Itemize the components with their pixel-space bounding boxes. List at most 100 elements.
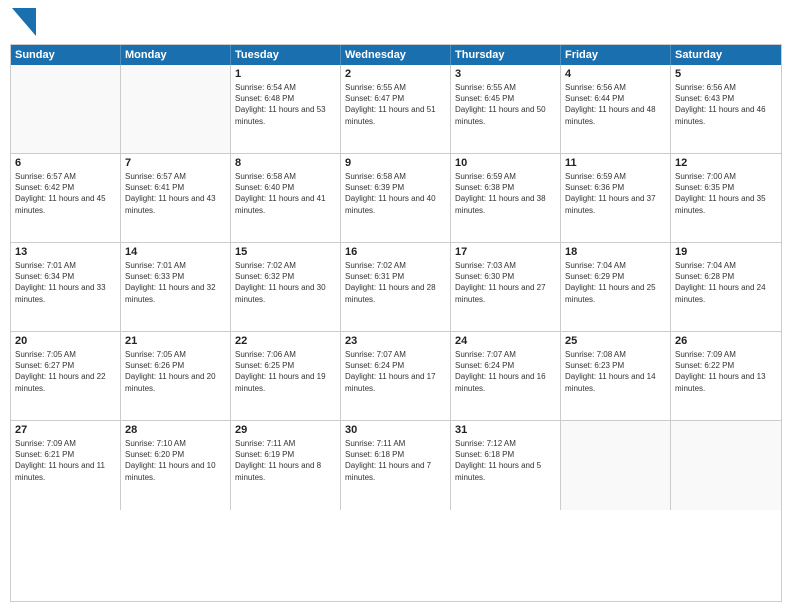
- daylight-text: Daylight: 11 hours and 53 minutes.: [235, 104, 336, 126]
- cal-cell: 20Sunrise: 7:05 AMSunset: 6:27 PMDayligh…: [11, 332, 121, 420]
- sunrise-text: Sunrise: 7:00 AM: [675, 171, 777, 182]
- sunrise-text: Sunrise: 7:04 AM: [565, 260, 666, 271]
- day-number: 10: [455, 157, 556, 169]
- sunset-text: Sunset: 6:23 PM: [565, 360, 666, 371]
- sunrise-text: Sunrise: 6:55 AM: [455, 82, 556, 93]
- sunset-text: Sunset: 6:35 PM: [675, 182, 777, 193]
- sunset-text: Sunset: 6:44 PM: [565, 93, 666, 104]
- sunset-text: Sunset: 6:43 PM: [675, 93, 777, 104]
- cal-cell: 17Sunrise: 7:03 AMSunset: 6:30 PMDayligh…: [451, 243, 561, 331]
- day-number: 28: [125, 424, 226, 436]
- daylight-text: Daylight: 11 hours and 28 minutes.: [345, 282, 446, 304]
- daylight-text: Daylight: 11 hours and 41 minutes.: [235, 193, 336, 215]
- header-day-thursday: Thursday: [451, 45, 561, 65]
- day-number: 29: [235, 424, 336, 436]
- header-day-monday: Monday: [121, 45, 231, 65]
- cal-cell: 7Sunrise: 6:57 AMSunset: 6:41 PMDaylight…: [121, 154, 231, 242]
- daylight-text: Daylight: 11 hours and 48 minutes.: [565, 104, 666, 126]
- daylight-text: Daylight: 11 hours and 10 minutes.: [125, 460, 226, 482]
- sunset-text: Sunset: 6:21 PM: [15, 449, 116, 460]
- header-day-friday: Friday: [561, 45, 671, 65]
- sunrise-text: Sunrise: 6:54 AM: [235, 82, 336, 93]
- sunrise-text: Sunrise: 6:59 AM: [565, 171, 666, 182]
- day-number: 5: [675, 68, 777, 80]
- daylight-text: Daylight: 11 hours and 16 minutes.: [455, 371, 556, 393]
- calendar-header: SundayMondayTuesdayWednesdayThursdayFrid…: [11, 45, 781, 65]
- sunset-text: Sunset: 6:22 PM: [675, 360, 777, 371]
- sunset-text: Sunset: 6:27 PM: [15, 360, 116, 371]
- day-number: 9: [345, 157, 446, 169]
- week-row-5: 27Sunrise: 7:09 AMSunset: 6:21 PMDayligh…: [11, 421, 781, 510]
- page: SundayMondayTuesdayWednesdayThursdayFrid…: [0, 0, 792, 612]
- day-number: 11: [565, 157, 666, 169]
- day-number: 14: [125, 246, 226, 258]
- daylight-text: Daylight: 11 hours and 11 minutes.: [15, 460, 116, 482]
- day-number: 17: [455, 246, 556, 258]
- daylight-text: Daylight: 11 hours and 37 minutes.: [565, 193, 666, 215]
- logo-icon: [12, 8, 36, 36]
- day-number: 31: [455, 424, 556, 436]
- calendar-body: 1Sunrise: 6:54 AMSunset: 6:48 PMDaylight…: [11, 65, 781, 510]
- sunset-text: Sunset: 6:38 PM: [455, 182, 556, 193]
- sunset-text: Sunset: 6:28 PM: [675, 271, 777, 282]
- daylight-text: Daylight: 11 hours and 38 minutes.: [455, 193, 556, 215]
- daylight-text: Daylight: 11 hours and 17 minutes.: [345, 371, 446, 393]
- sunset-text: Sunset: 6:29 PM: [565, 271, 666, 282]
- sunset-text: Sunset: 6:31 PM: [345, 271, 446, 282]
- cal-cell: 26Sunrise: 7:09 AMSunset: 6:22 PMDayligh…: [671, 332, 781, 420]
- cal-cell: 1Sunrise: 6:54 AMSunset: 6:48 PMDaylight…: [231, 65, 341, 153]
- daylight-text: Daylight: 11 hours and 14 minutes.: [565, 371, 666, 393]
- day-number: 12: [675, 157, 777, 169]
- sunset-text: Sunset: 6:42 PM: [15, 182, 116, 193]
- daylight-text: Daylight: 11 hours and 20 minutes.: [125, 371, 226, 393]
- cal-cell: 4Sunrise: 6:56 AMSunset: 6:44 PMDaylight…: [561, 65, 671, 153]
- cal-cell: 11Sunrise: 6:59 AMSunset: 6:36 PMDayligh…: [561, 154, 671, 242]
- day-number: 21: [125, 335, 226, 347]
- day-number: 4: [565, 68, 666, 80]
- cal-cell: [671, 421, 781, 510]
- sunset-text: Sunset: 6:40 PM: [235, 182, 336, 193]
- cal-cell: 8Sunrise: 6:58 AMSunset: 6:40 PMDaylight…: [231, 154, 341, 242]
- day-number: 3: [455, 68, 556, 80]
- sunrise-text: Sunrise: 7:09 AM: [675, 349, 777, 360]
- sunrise-text: Sunrise: 7:01 AM: [125, 260, 226, 271]
- sunrise-text: Sunrise: 7:11 AM: [235, 438, 336, 449]
- day-number: 7: [125, 157, 226, 169]
- daylight-text: Daylight: 11 hours and 51 minutes.: [345, 104, 446, 126]
- cal-cell: 25Sunrise: 7:08 AMSunset: 6:23 PMDayligh…: [561, 332, 671, 420]
- cal-cell: 27Sunrise: 7:09 AMSunset: 6:21 PMDayligh…: [11, 421, 121, 510]
- sunset-text: Sunset: 6:34 PM: [15, 271, 116, 282]
- sunset-text: Sunset: 6:18 PM: [345, 449, 446, 460]
- cal-cell: 10Sunrise: 6:59 AMSunset: 6:38 PMDayligh…: [451, 154, 561, 242]
- sunrise-text: Sunrise: 7:02 AM: [345, 260, 446, 271]
- daylight-text: Daylight: 11 hours and 22 minutes.: [15, 371, 116, 393]
- sunset-text: Sunset: 6:41 PM: [125, 182, 226, 193]
- sunrise-text: Sunrise: 7:10 AM: [125, 438, 226, 449]
- daylight-text: Daylight: 11 hours and 35 minutes.: [675, 193, 777, 215]
- cal-cell: 19Sunrise: 7:04 AMSunset: 6:28 PMDayligh…: [671, 243, 781, 331]
- header: [10, 10, 782, 36]
- day-number: 2: [345, 68, 446, 80]
- day-number: 30: [345, 424, 446, 436]
- daylight-text: Daylight: 11 hours and 5 minutes.: [455, 460, 556, 482]
- calendar: SundayMondayTuesdayWednesdayThursdayFrid…: [10, 44, 782, 602]
- header-day-wednesday: Wednesday: [341, 45, 451, 65]
- cal-cell: 14Sunrise: 7:01 AMSunset: 6:33 PMDayligh…: [121, 243, 231, 331]
- daylight-text: Daylight: 11 hours and 46 minutes.: [675, 104, 777, 126]
- sunset-text: Sunset: 6:32 PM: [235, 271, 336, 282]
- day-number: 22: [235, 335, 336, 347]
- sunrise-text: Sunrise: 7:07 AM: [455, 349, 556, 360]
- cal-cell: 22Sunrise: 7:06 AMSunset: 6:25 PMDayligh…: [231, 332, 341, 420]
- sunset-text: Sunset: 6:24 PM: [455, 360, 556, 371]
- sunrise-text: Sunrise: 6:56 AM: [675, 82, 777, 93]
- cal-cell: [121, 65, 231, 153]
- day-number: 24: [455, 335, 556, 347]
- daylight-text: Daylight: 11 hours and 43 minutes.: [125, 193, 226, 215]
- header-day-tuesday: Tuesday: [231, 45, 341, 65]
- cal-cell: 30Sunrise: 7:11 AMSunset: 6:18 PMDayligh…: [341, 421, 451, 510]
- sunset-text: Sunset: 6:19 PM: [235, 449, 336, 460]
- header-day-sunday: Sunday: [11, 45, 121, 65]
- sunrise-text: Sunrise: 6:58 AM: [235, 171, 336, 182]
- cal-cell: 13Sunrise: 7:01 AMSunset: 6:34 PMDayligh…: [11, 243, 121, 331]
- daylight-text: Daylight: 11 hours and 40 minutes.: [345, 193, 446, 215]
